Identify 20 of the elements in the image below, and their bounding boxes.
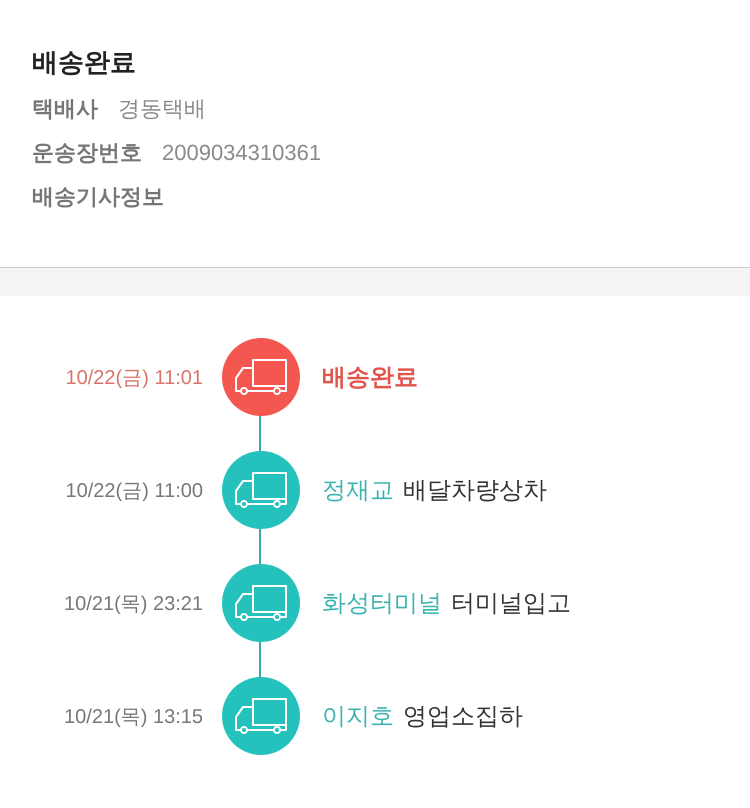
timeline-connector	[259, 642, 261, 677]
timestamp: 10/21(목) 23:21	[64, 592, 203, 616]
timeline-connector	[259, 529, 261, 564]
location-text: 정재교	[322, 476, 394, 506]
status-text: 터미널입고	[451, 589, 571, 619]
field-label: 배송기사정보	[32, 183, 164, 211]
delivery-status-title: 배송완료	[32, 46, 136, 79]
field-label: 택배사	[32, 95, 98, 123]
timestamp: 10/22(금) 11:01	[66, 366, 203, 390]
timeline-connector	[259, 416, 261, 451]
field-label: 운송장번호	[32, 139, 142, 167]
timestamp: 10/21(목) 13:15	[64, 704, 203, 730]
status-text: 배송완료	[322, 363, 418, 393]
location-text: 화성터미널	[322, 589, 442, 619]
field-value: 경동택배	[118, 95, 206, 123]
status-text: 배달차량상차	[403, 476, 547, 506]
location-text: 이지호	[322, 702, 394, 732]
timestamp: 10/22(금) 11:00	[66, 478, 203, 504]
status-text: 영업소집하	[403, 702, 523, 732]
field-value: 2009034310361	[162, 140, 322, 166]
